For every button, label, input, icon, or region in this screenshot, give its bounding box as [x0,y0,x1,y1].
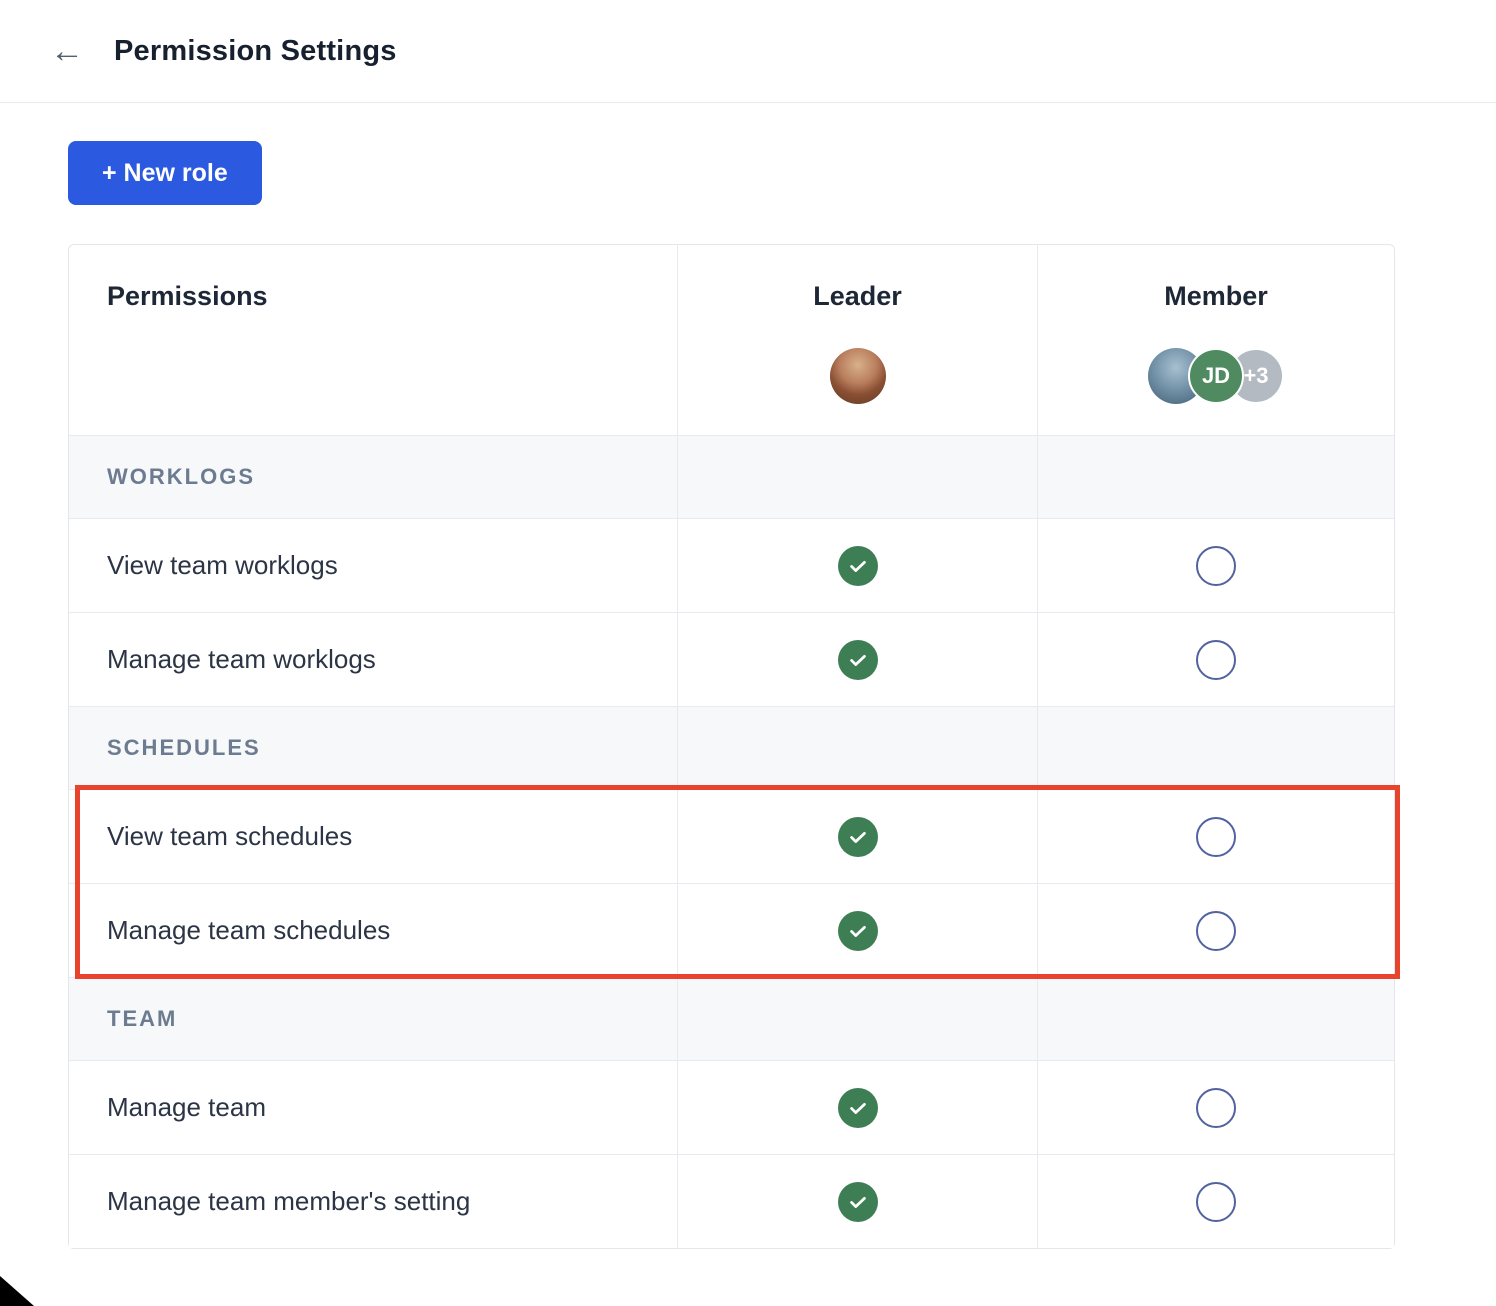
unchecked-radio[interactable] [1196,1088,1236,1128]
new-role-button[interactable]: + New role [68,141,262,205]
unchecked-radio[interactable] [1196,911,1236,951]
permission-row-manage-team-member-setting: Manage team member's setting [69,1154,1394,1248]
checked-icon[interactable] [838,1088,878,1128]
checked-icon[interactable] [838,640,878,680]
section-row-worklogs: WORKLOGS [69,435,1394,518]
permission-label: Manage team member's setting [69,1155,677,1248]
unchecked-radio[interactable] [1196,1182,1236,1222]
unchecked-radio[interactable] [1196,546,1236,586]
section-label: TEAM [107,1006,177,1032]
permission-label: Manage team [69,1061,677,1154]
permission-label: View team worklogs [69,519,677,612]
permission-row-view-team-worklogs: View team worklogs [69,518,1394,612]
leader-column-title: Leader [813,281,902,312]
back-arrow-icon[interactable]: ← [50,34,84,68]
top-bar: ← Permission Settings [0,0,1496,103]
checked-icon[interactable] [838,546,878,586]
checked-icon[interactable] [838,911,878,951]
permission-row-manage-team: Manage team [69,1060,1394,1154]
permission-row-view-team-schedules: View team schedules [69,789,1394,883]
permission-label: Manage team schedules [69,884,677,977]
checked-icon[interactable] [838,1182,878,1222]
permission-row-manage-team-schedules: Manage team schedules [69,883,1394,977]
table-header-row: Permissions Leader Member JD +3 [69,245,1394,435]
column-header-permissions: Permissions [69,245,677,435]
section-label: SCHEDULES [107,735,261,761]
checked-icon[interactable] [838,817,878,857]
unchecked-radio[interactable] [1196,640,1236,680]
member-avatars: JD +3 [1148,348,1284,404]
member-column-title: Member [1164,281,1268,312]
member-avatar-initials[interactable]: JD [1188,348,1244,404]
column-header-leader: Leader [677,245,1037,435]
leader-avatar[interactable] [830,348,886,404]
permission-label: View team schedules [69,790,677,883]
page-title: Permission Settings [114,35,397,68]
section-row-team: TEAM [69,977,1394,1060]
permissions-table: Permissions Leader Member JD +3 WORKLOGS… [68,244,1395,1249]
permission-row-manage-team-worklogs: Manage team worklogs [69,612,1394,706]
section-row-schedules: SCHEDULES [69,706,1394,789]
unchecked-radio[interactable] [1196,817,1236,857]
permission-label: Manage team worklogs [69,613,677,706]
cursor-icon [0,1276,34,1306]
column-header-member: Member JD +3 [1037,245,1394,435]
leader-avatars [830,348,886,404]
section-label: WORKLOGS [107,464,255,490]
